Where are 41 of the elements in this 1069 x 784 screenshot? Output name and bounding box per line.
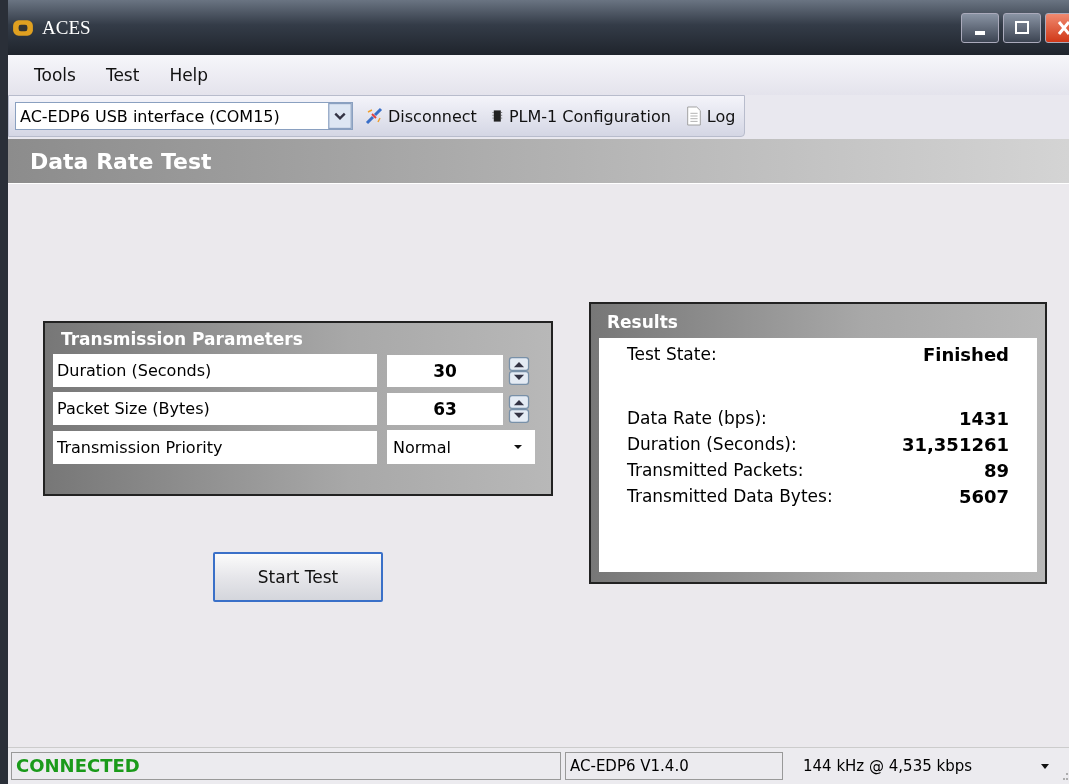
plug-icon [364,106,384,126]
rate-label: 144 kHz @ 4,535 kbps [802,757,974,775]
result-label: Transmitted Packets: [627,460,804,481]
number-field[interactable]: 30 [387,354,503,387]
menu-item[interactable]: Help [169,65,209,85]
parameter-label: Transmission Priority [53,430,377,464]
panel-title: Results [606,312,679,332]
result-label: Data Rate (bps): [627,408,767,429]
minimize-icon [975,30,985,35]
number-field[interactable]: 63 [387,392,503,425]
parameter-label: Packet Size (Bytes) [53,392,377,425]
log-button[interactable]: Log [681,105,739,127]
page-title: Data Rate Test [29,148,212,174]
result-value: 5607 [958,486,1009,507]
result-value: 1431 [958,408,1009,429]
configuration-button[interactable]: PLM-1 Configuration [487,106,674,126]
dropdown-arrow-icon [513,444,523,450]
priority-dropdown[interactable]: Normal [387,430,535,464]
menu-item[interactable]: Tools [34,65,76,85]
result-value: 89 [983,460,1009,481]
start-test-button[interactable]: Start Test [213,552,383,602]
result-label: Test State: [627,344,717,365]
maximize-button[interactable] [1003,12,1041,43]
result-value: 31,351261 [901,434,1009,455]
port-dropdown[interactable]: AC-EDP6 USB interface (COM15) [15,102,353,130]
panel-title: Transmission Parameters [60,329,304,349]
minimize-button[interactable] [961,12,999,43]
spinner-icon[interactable] [507,356,531,385]
result-label: Transmitted Data Bytes: [627,486,833,507]
version-label: AC-EDP6 V1.4.0 [565,752,783,780]
window-title: ACES [42,16,91,39]
parameter-label: Duration (Seconds) [53,354,377,387]
connection-status: CONNECTED [11,752,561,780]
menu-item[interactable]: Test [105,65,140,85]
document-icon [684,105,703,127]
result-value: Finished [922,344,1009,365]
app-icon [12,18,34,37]
result-label: Duration (Seconds): [627,434,797,455]
disconnect-button[interactable]: Disconnect [361,106,480,126]
spinner-icon[interactable] [507,394,531,423]
dropdown-arrow-icon[interactable] [1041,763,1049,769]
